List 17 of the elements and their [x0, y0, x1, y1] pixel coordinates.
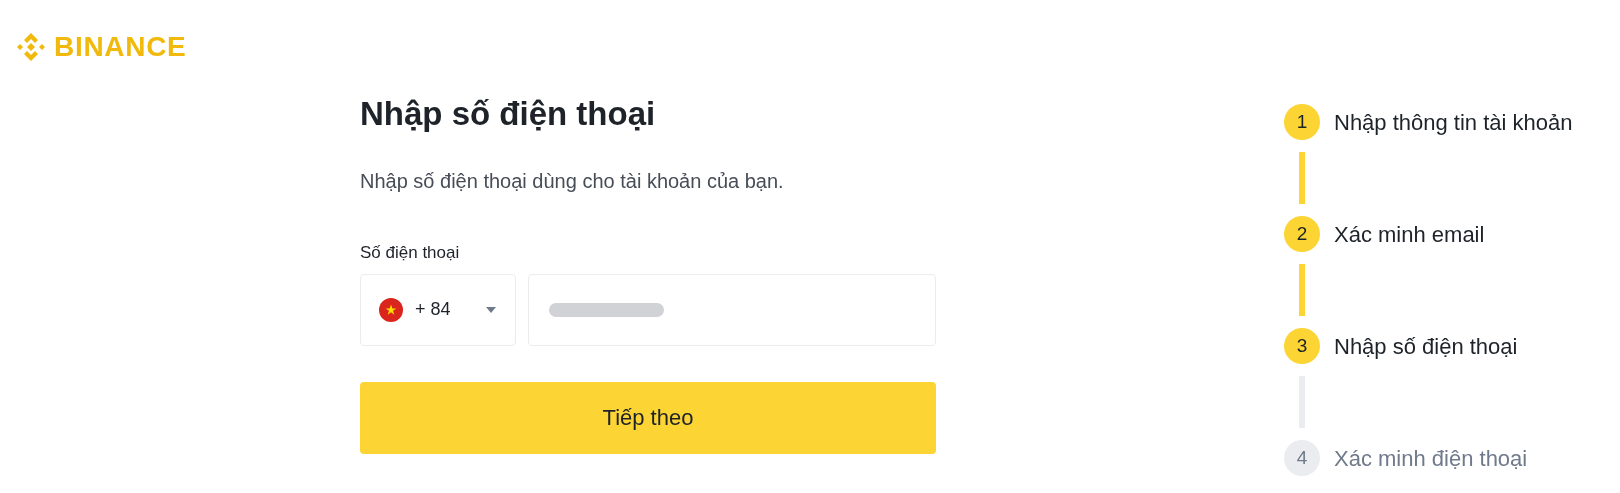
flag-icon: [379, 297, 403, 322]
brand-name: BINANCE: [54, 30, 187, 64]
step-label: Nhập số điện thoại: [1334, 332, 1518, 361]
step-number: 1: [1284, 104, 1320, 140]
step-label: Xác minh điện thoại: [1334, 444, 1528, 473]
country-code-select[interactable]: + 84: [360, 273, 516, 346]
step-number: 3: [1284, 328, 1320, 364]
page-subtitle: Nhập số điện thoại dùng cho tài khoản của bạn.: [360, 169, 785, 194]
step-number: 2: [1284, 216, 1320, 252]
caret-icon: [485, 305, 497, 314]
page-title: Nhập số điện thoại: [360, 94, 657, 134]
field-label: Số điện thoại: [360, 242, 460, 264]
step-label: Xác minh email: [1334, 220, 1485, 249]
next-button[interactable]: Tiếp theo: [360, 381, 936, 454]
step-number: 4: [1284, 440, 1320, 476]
step-label: Nhập thông tin tài khoản: [1334, 108, 1573, 137]
phone-input-field[interactable]: [528, 273, 936, 346]
